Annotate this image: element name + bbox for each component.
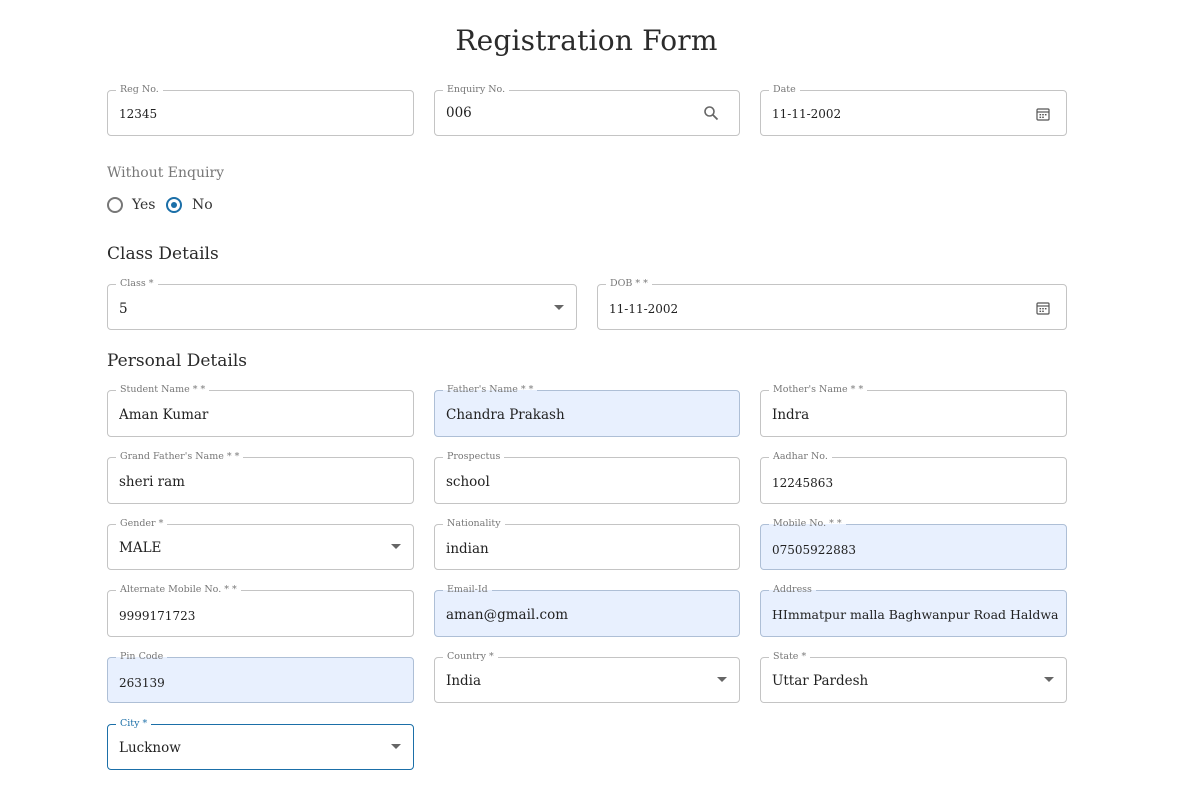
mother-name-value: Indra — [772, 407, 810, 423]
nationality-value: indian — [446, 541, 489, 557]
nationality-field[interactable]: Nationality indian — [434, 518, 740, 570]
state-select[interactable]: State * Uttar Pardesh — [760, 651, 1067, 703]
student-name-field[interactable]: Student Name * * Aman Kumar — [107, 384, 414, 437]
pin-code-field[interactable]: Pin Code 263139 — [107, 651, 414, 703]
state-value: Uttar Pardesh — [772, 673, 869, 689]
student-name-value: Aman Kumar — [119, 407, 209, 423]
page-title: Registration Form — [455, 24, 718, 57]
pin-code-label: Pin Code — [116, 651, 168, 663]
country-label: Country * — [443, 651, 498, 663]
city-value: Lucknow — [119, 740, 181, 756]
date-value: 11-11-2002 — [772, 107, 842, 121]
pin-code-value: 263139 — [119, 676, 165, 690]
father-name-field[interactable]: Father's Name * * Chandra Prakash — [434, 384, 740, 437]
grand-father-name-label: Grand Father's Name * * — [116, 451, 244, 463]
address-label: Address — [769, 584, 816, 596]
email-field[interactable]: Email-Id aman@gmail.com — [434, 584, 740, 637]
country-select[interactable]: Country * India — [434, 651, 740, 703]
aadhar-no-field[interactable]: Aadhar No. 12245863 — [760, 451, 1067, 504]
grand-father-name-value: sheri ram — [119, 474, 185, 490]
aadhar-no-label: Aadhar No. — [769, 451, 832, 463]
reg-no-label: Reg No. — [116, 84, 163, 96]
reg-no-value: 12345 — [119, 107, 158, 121]
mother-name-field[interactable]: Mother's Name * * Indra — [760, 384, 1067, 437]
enquiry-no-label: Enquiry No. — [443, 84, 510, 96]
dob-field[interactable]: DOB * * 11-11-2002 — [597, 278, 1067, 330]
chevron-down-icon[interactable] — [391, 744, 401, 749]
alternate-mobile-label: Alternate Mobile No. * * — [116, 584, 241, 596]
mobile-no-label: Mobile No. * * — [769, 518, 846, 530]
radio-no[interactable] — [166, 197, 182, 213]
class-label: Class * — [116, 278, 158, 290]
calendar-icon[interactable] — [1036, 300, 1052, 316]
enquiry-no-value: 006 — [446, 105, 472, 121]
search-icon[interactable] — [703, 105, 719, 121]
city-label: City * — [116, 718, 152, 730]
student-name-label: Student Name * * — [116, 384, 210, 396]
grand-father-name-field[interactable]: Grand Father's Name * * sheri ram — [107, 451, 414, 504]
aadhar-no-value: 12245863 — [772, 476, 834, 490]
chevron-down-icon[interactable] — [717, 677, 727, 682]
gender-value: MALE — [119, 540, 162, 556]
enquiry-no-field[interactable]: Enquiry No. 006 — [434, 84, 740, 136]
email-value: aman@gmail.com — [446, 607, 569, 623]
without-enquiry-label: Without Enquiry — [107, 165, 225, 181]
chevron-down-icon[interactable] — [1044, 677, 1054, 682]
class-details-heading: Class Details — [107, 244, 219, 264]
gender-label: Gender * — [116, 518, 168, 530]
prospectus-label: Prospectus — [443, 451, 505, 463]
gender-select[interactable]: Gender * MALE — [107, 518, 414, 570]
calendar-icon[interactable] — [1036, 106, 1052, 122]
reg-no-field[interactable]: Reg No. 12345 — [107, 84, 414, 136]
mother-name-label: Mother's Name * * — [769, 384, 868, 396]
chevron-down-icon[interactable] — [554, 305, 564, 310]
nationality-label: Nationality — [443, 518, 505, 530]
class-select[interactable]: Class * 5 — [107, 278, 577, 330]
personal-details-heading: Personal Details — [107, 351, 248, 371]
address-value: HImmatpur malla Baghwanpur Road Haldwani — [772, 607, 1058, 622]
chevron-down-icon[interactable] — [391, 544, 401, 549]
prospectus-field[interactable]: Prospectus school — [434, 451, 740, 504]
dob-label: DOB * * — [606, 278, 652, 290]
radio-yes-label[interactable]: Yes — [132, 197, 156, 214]
alternate-mobile-value: 9999171723 — [119, 609, 196, 623]
father-name-value: Chandra Prakash — [446, 407, 565, 423]
date-label: Date — [769, 84, 800, 96]
radio-yes[interactable] — [107, 197, 123, 213]
email-label: Email-Id — [443, 584, 492, 596]
prospectus-value: school — [446, 474, 490, 490]
alternate-mobile-field[interactable]: Alternate Mobile No. * * 9999171723 — [107, 584, 414, 637]
country-value: India — [446, 673, 482, 689]
class-value: 5 — [119, 301, 128, 317]
date-field[interactable]: Date 11-11-2002 — [760, 84, 1067, 136]
mobile-no-value: 07505922883 — [772, 543, 856, 557]
dob-value: 11-11-2002 — [609, 302, 679, 316]
address-field[interactable]: Address HImmatpur malla Baghwanpur Road … — [760, 584, 1067, 637]
mobile-no-field[interactable]: Mobile No. * * 07505922883 — [760, 518, 1067, 570]
father-name-label: Father's Name * * — [443, 384, 538, 396]
radio-no-label[interactable]: No — [192, 197, 213, 214]
city-select[interactable]: City * Lucknow — [107, 718, 414, 770]
state-label: State * — [769, 651, 811, 663]
